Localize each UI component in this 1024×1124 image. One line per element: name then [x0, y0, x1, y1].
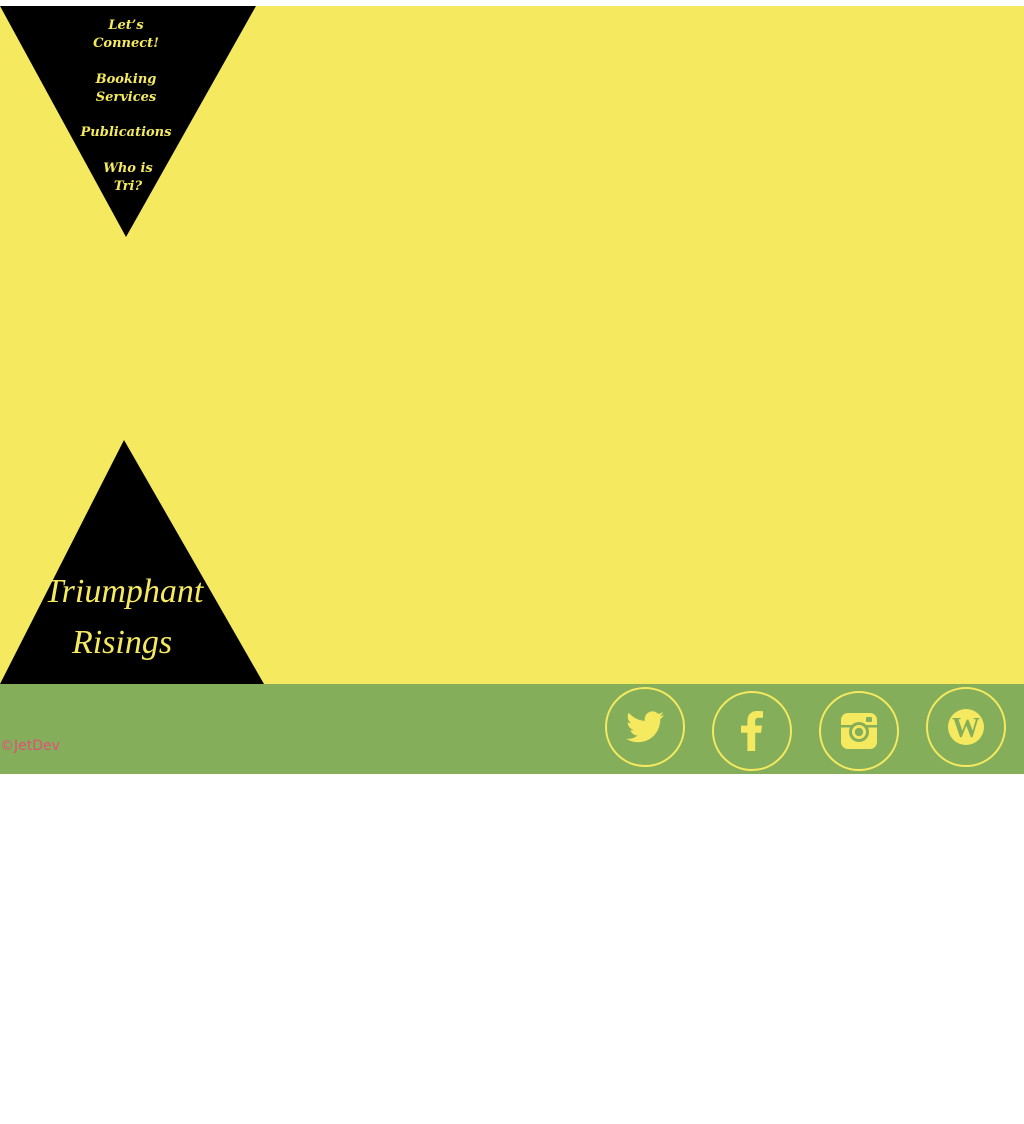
- nav-link-booking-services[interactable]: Booking Services: [28, 71, 224, 107]
- instagram-icon: [841, 713, 877, 749]
- copyright-text: ©JetDev: [0, 738, 60, 754]
- nav-link-label: Who is: [103, 161, 153, 176]
- nav-triangle: Let’s Connect! Booking Services Publicat…: [0, 6, 256, 237]
- logo: Triumphant Risings: [0, 440, 264, 684]
- instagram-button[interactable]: [819, 691, 899, 771]
- nav-link-label: Let’s: [108, 18, 144, 33]
- logo-text-line2: Risings: [71, 624, 173, 661]
- wordpress-icon: W: [948, 709, 984, 745]
- nav-link-label: Publications: [80, 125, 172, 140]
- footer: ©JetDev W: [0, 684, 1024, 774]
- facebook-button[interactable]: [712, 691, 792, 771]
- nav-link-who-is-tri[interactable]: Who is Tri?: [30, 160, 226, 196]
- svg-text:W: W: [952, 713, 980, 744]
- facebook-icon: [741, 711, 763, 751]
- nav-link-label: Tri?: [113, 179, 143, 194]
- nav-link-lets-connect[interactable]: Let’s Connect!: [28, 17, 224, 53]
- twitter-icon: [626, 711, 664, 743]
- nav-link-label: Services: [95, 90, 157, 105]
- nav-link-publications[interactable]: Publications: [28, 124, 224, 142]
- logo-text-line1: Triumphant: [44, 573, 204, 610]
- nav-link-label: Booking: [95, 72, 157, 87]
- nav-link-label: Connect!: [93, 36, 159, 51]
- wordpress-button[interactable]: W: [926, 687, 1006, 767]
- twitter-button[interactable]: [605, 687, 685, 767]
